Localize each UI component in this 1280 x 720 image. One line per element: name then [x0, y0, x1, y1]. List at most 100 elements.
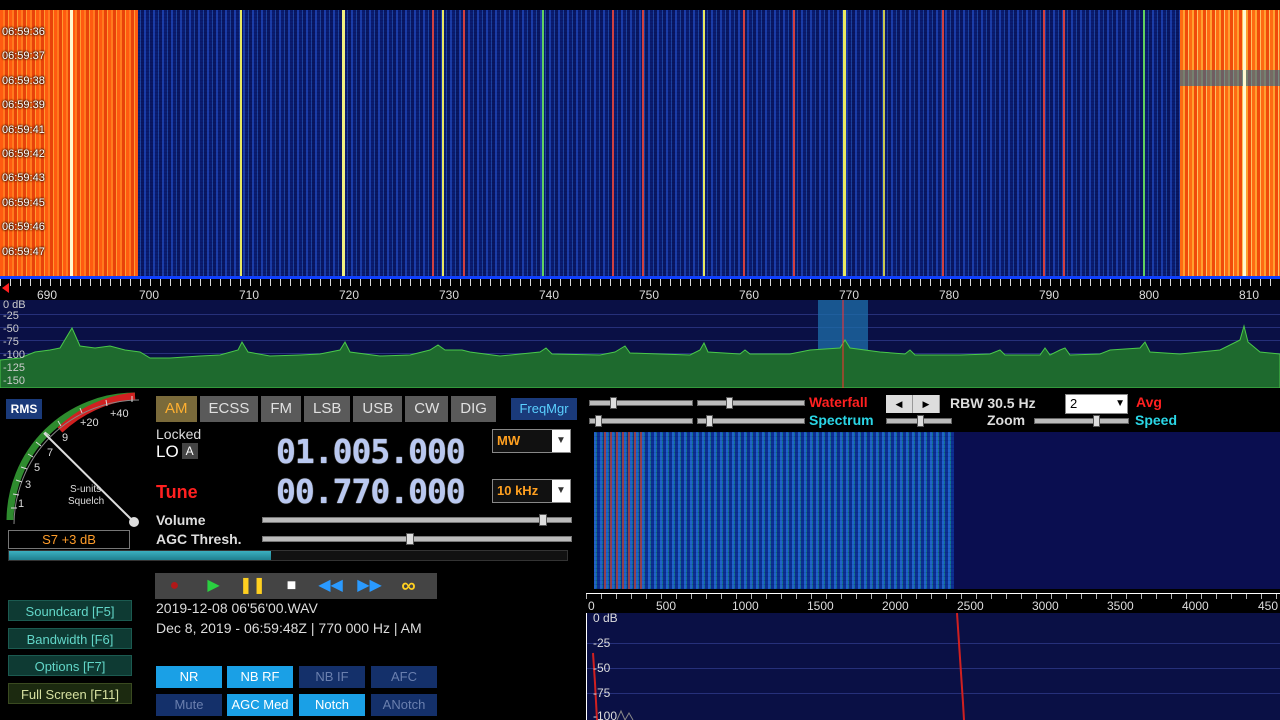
step-select[interactable]: 10 kHz ▼ — [492, 479, 571, 503]
record-icon[interactable]: ● — [155, 573, 194, 599]
timestamp: 06:59:42 — [2, 147, 45, 160]
carrier-line — [703, 10, 705, 276]
zoom-slider-a[interactable] — [886, 415, 952, 427]
afc-button[interactable]: AFC — [371, 666, 437, 688]
carrier-line — [463, 10, 465, 276]
anotch-button[interactable]: ANotch — [371, 694, 437, 716]
slider-thumb[interactable] — [1093, 415, 1100, 427]
rewind-icon[interactable]: ◀◀ — [311, 573, 350, 599]
slider-thumb[interactable] — [726, 397, 733, 409]
lo-auto-badge[interactable]: A — [181, 443, 198, 459]
timestamp: 06:59:39 — [2, 99, 45, 112]
mode-tab-usb[interactable]: USB — [353, 396, 403, 422]
audio-freq-label: 500 — [656, 599, 677, 613]
carrier-line — [1063, 10, 1065, 276]
timestamp: 06:59:47 — [2, 245, 45, 258]
bandwidth-button[interactable]: Bandwidth [F6] — [8, 628, 132, 649]
carrier-line — [642, 10, 644, 276]
audio-spectrum-y-label: 0 dB — [593, 611, 618, 625]
audio-spectrum-y-label: -25 — [593, 636, 611, 650]
waterfall-contrast-slider[interactable] — [589, 397, 693, 409]
frequency-ruler[interactable]: 690 700 710 720 730 740 750 760 770 780 … — [0, 276, 1280, 302]
meter-scale-label: 5 — [34, 462, 41, 474]
spectrum-brightness-slider[interactable] — [697, 415, 805, 427]
spectrum-y-label: -75 — [3, 336, 19, 348]
signal-strength-readout: S7 +3 dB — [8, 530, 130, 549]
nr-button[interactable]: NR — [156, 666, 222, 688]
loop-icon[interactable]: ∞ — [389, 573, 428, 599]
play-icon[interactable]: ▶ — [194, 573, 233, 599]
meter-scale-label: 7 — [47, 447, 54, 459]
audio-ruler-ticks — [586, 594, 1280, 599]
soundcard-button[interactable]: Soundcard [F5] — [8, 600, 132, 621]
slider-thumb[interactable] — [706, 415, 713, 427]
volume-slider[interactable] — [262, 514, 572, 526]
lo-locked-status: Locked — [156, 426, 202, 442]
agc-threshold-slider[interactable] — [262, 533, 572, 545]
agc-med-button[interactable]: AGC Med — [227, 694, 293, 716]
rbw-readout: RBW 30.5 Hz — [950, 395, 1036, 411]
mode-tab-dig[interactable]: DIG — [451, 396, 496, 422]
nb-rf-button[interactable]: NB RF — [227, 666, 293, 688]
waterfall-brightness-slider[interactable] — [697, 397, 805, 409]
carrier-line — [442, 10, 444, 276]
meter-scale-label: +40 — [110, 408, 129, 420]
agc-threshold-slider-thumb[interactable] — [406, 533, 414, 545]
carrier-line — [743, 10, 745, 276]
audio-spectrum-y-label: -75 — [593, 686, 611, 700]
carrier-line — [883, 10, 885, 276]
carrier-line — [1143, 10, 1145, 276]
audio-waterfall-data — [594, 432, 954, 589]
slider-thumb[interactable] — [595, 415, 602, 427]
main-waterfall[interactable]: 06:59:36 06:59:37 06:59:38 06:59:39 06:5… — [0, 10, 1280, 276]
band-select-value: MW — [497, 433, 521, 448]
audio-spectrum[interactable]: 0 dB -25 -50 -75 -100 — [586, 611, 1280, 720]
audio-waterfall[interactable] — [594, 432, 1280, 589]
right-arrow-icon[interactable]: ▶ — [913, 395, 940, 413]
carrier-line — [70, 10, 73, 276]
timestamp: 06:59:38 — [2, 74, 45, 87]
lo-frequency-display[interactable]: 01.005.000 — [276, 432, 466, 471]
slider-thumb[interactable] — [610, 397, 617, 409]
spectrum-y-label: -25 — [3, 310, 19, 322]
rf-spectrum[interactable]: 0 dB -25 -50 -75 -100 -125 -150 — [0, 299, 1280, 388]
audio-freq-label: 1500 — [807, 599, 834, 613]
full-screen-button[interactable]: Full Screen [F11] — [8, 683, 132, 704]
lo-text: LO — [156, 442, 179, 461]
chevron-down-icon[interactable]: ▼ — [1115, 395, 1125, 413]
mode-tab-am[interactable]: AM — [156, 396, 197, 422]
tune-frequency-display[interactable]: 00.770.000 — [276, 472, 466, 511]
mute-button[interactable]: Mute — [156, 694, 222, 716]
left-arrow-icon[interactable]: ◀ — [886, 395, 913, 413]
fast-forward-icon[interactable]: ▶▶ — [350, 573, 389, 599]
band-select[interactable]: MW ▼ — [492, 429, 571, 453]
notch-button[interactable]: Notch — [299, 694, 365, 716]
volume-slider-thumb[interactable] — [539, 514, 547, 526]
options-button[interactable]: Options [F7] — [8, 655, 132, 676]
rbw-stepper[interactable]: ◀ ▶ — [886, 395, 940, 413]
mode-tab-lsb[interactable]: LSB — [304, 396, 351, 422]
spectrum-contrast-slider[interactable] — [589, 415, 693, 427]
speed-slider[interactable] — [1034, 415, 1129, 427]
signal-level-bar — [8, 550, 568, 561]
chevron-down-icon[interactable]: ▼ — [552, 430, 570, 452]
meter-scale-label: 9 — [62, 432, 69, 444]
mode-tab-fm[interactable]: FM — [261, 396, 302, 422]
mode-tab-cw[interactable]: CW — [405, 396, 449, 422]
mode-tab-ecss[interactable]: ECSS — [199, 396, 259, 422]
freqmgr-button[interactable]: FreqMgr — [511, 398, 577, 420]
audio-frequency-ruler[interactable]: 0 500 1000 1500 2000 2500 3000 3500 4000… — [586, 593, 1280, 615]
carrier-line — [793, 10, 795, 276]
stop-icon[interactable]: ■ — [272, 573, 311, 599]
audio-freq-label: 3000 — [1032, 599, 1059, 613]
lo-label: LO A — [156, 442, 198, 462]
audio-freq-label: 2000 — [882, 599, 909, 613]
pause-icon[interactable]: ❚❚ — [233, 573, 272, 599]
chevron-down-icon[interactable]: ▼ — [552, 480, 570, 502]
ruler-left-marker-icon[interactable] — [2, 283, 9, 293]
waterfall-strong-signal-right — [1180, 10, 1280, 276]
nb-if-button[interactable]: NB IF — [299, 666, 365, 688]
slider-thumb[interactable] — [917, 415, 924, 427]
spectrum-y-label: -125 — [3, 362, 26, 374]
avg-select[interactable]: 2 ▼ — [1065, 394, 1128, 414]
